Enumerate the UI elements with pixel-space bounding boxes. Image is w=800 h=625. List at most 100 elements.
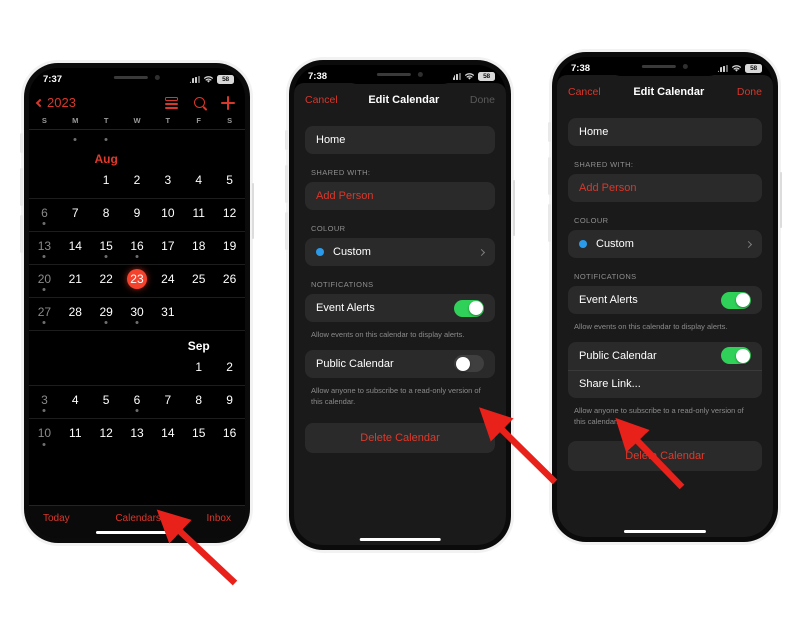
day-cell[interactable]: 30 (122, 298, 153, 330)
event-alerts-toggle[interactable] (454, 299, 484, 317)
day-cell[interactable]: 12 (91, 419, 122, 452)
day-cell[interactable]: 12 (214, 199, 245, 231)
day-cell[interactable]: 6 (122, 386, 153, 418)
day-cell[interactable] (122, 130, 153, 144)
day-cell[interactable]: 11 (60, 419, 91, 452)
volume-down-button[interactable] (20, 215, 23, 253)
delete-calendar-button[interactable]: Delete Calendar (305, 423, 495, 453)
day-cell[interactable]: 10 (29, 419, 60, 452)
day-cell[interactable]: 13 (122, 419, 153, 452)
day-cell[interactable]: 26 (214, 265, 245, 297)
day-cell[interactable]: 15 (183, 419, 214, 452)
day-cell[interactable]: 28 (60, 298, 91, 330)
cancel-button[interactable]: Cancel (305, 94, 338, 106)
public-calendar-row[interactable]: Public Calendar (568, 342, 762, 370)
day-cell[interactable]: 16 (122, 232, 153, 264)
day-cell[interactable]: 10 (152, 199, 183, 231)
public-calendar-row[interactable]: Public Calendar (305, 350, 495, 378)
day-cell[interactable]: 8 (183, 386, 214, 418)
day-cell[interactable]: 24 (152, 265, 183, 297)
day-cell[interactable]: 2 (122, 166, 153, 198)
done-button[interactable]: Done (737, 86, 762, 98)
day-cell[interactable]: 31 (152, 298, 183, 330)
search-icon[interactable] (194, 97, 205, 108)
day-cell[interactable] (91, 130, 122, 144)
home-indicator[interactable] (95, 530, 179, 534)
day-cell[interactable] (214, 298, 245, 330)
day-cell[interactable]: 19 (214, 232, 245, 264)
day-cell[interactable] (60, 353, 91, 385)
calendar-grid[interactable]: Aug 1 2 3 4 5 6 7 8 9 10 11 12 13 14 15 16 17 18 19 20 21 22 2… (29, 130, 245, 505)
home-indicator[interactable] (359, 537, 441, 541)
day-cell[interactable]: 6 (29, 199, 60, 231)
colour-row[interactable]: Custom (305, 238, 495, 266)
day-cell[interactable]: 16 (214, 419, 245, 452)
day-cell[interactable]: 21 (60, 265, 91, 297)
add-person-button[interactable]: Add Person (568, 174, 762, 202)
day-cell[interactable]: 23 (122, 265, 153, 297)
day-cell[interactable] (29, 130, 60, 144)
day-cell[interactable]: 13 (29, 232, 60, 264)
volume-up-button[interactable] (285, 165, 288, 203)
day-cell[interactable] (122, 353, 153, 385)
day-cell[interactable]: 27 (29, 298, 60, 330)
day-cell[interactable]: 22 (91, 265, 122, 297)
day-cell[interactable]: 14 (152, 419, 183, 452)
day-cell[interactable] (152, 353, 183, 385)
day-cell[interactable]: 8 (91, 199, 122, 231)
power-button[interactable] (512, 180, 515, 236)
day-cell[interactable]: 3 (152, 166, 183, 198)
day-cell[interactable] (60, 130, 91, 144)
day-cell[interactable]: 29 (91, 298, 122, 330)
day-cell[interactable] (152, 130, 183, 144)
tab-calendars[interactable]: Calendars (115, 513, 161, 524)
day-cell[interactable]: 25 (183, 265, 214, 297)
silent-switch[interactable] (285, 130, 288, 150)
day-cell[interactable]: 4 (183, 166, 214, 198)
day-cell[interactable]: 3 (29, 386, 60, 418)
delete-calendar-button[interactable]: Delete Calendar (568, 441, 762, 471)
day-cell[interactable]: 1 (183, 353, 214, 385)
day-cell[interactable]: 15 (91, 232, 122, 264)
home-indicator[interactable] (623, 529, 707, 533)
done-button[interactable]: Done (470, 94, 495, 106)
calendar-name-field[interactable]: Home (568, 118, 762, 146)
day-cell[interactable] (29, 353, 60, 385)
plus-icon[interactable] (221, 95, 235, 110)
volume-up-button[interactable] (20, 168, 23, 206)
power-button[interactable] (779, 172, 782, 228)
event-alerts-row[interactable]: Event Alerts (305, 294, 495, 322)
day-cell[interactable]: 20 (29, 265, 60, 297)
tab-today[interactable]: Today (43, 513, 70, 524)
colour-row[interactable]: Custom (568, 230, 762, 258)
day-cell[interactable] (183, 130, 214, 144)
day-cell[interactable]: 11 (183, 199, 214, 231)
day-cell[interactable]: 14 (60, 232, 91, 264)
day-cell[interactable]: 7 (152, 386, 183, 418)
day-cell[interactable]: 1 (91, 166, 122, 198)
tab-inbox[interactable]: Inbox (207, 513, 231, 524)
day-cell[interactable] (183, 298, 214, 330)
list-icon[interactable] (165, 96, 178, 109)
day-cell[interactable] (29, 166, 60, 198)
back-to-year-button[interactable]: 2023 (35, 95, 76, 110)
day-cell[interactable]: 5 (214, 166, 245, 198)
day-cell[interactable]: 5 (91, 386, 122, 418)
day-cell[interactable] (214, 130, 245, 144)
silent-switch[interactable] (548, 122, 551, 142)
silent-switch[interactable] (20, 133, 23, 153)
public-calendar-toggle[interactable] (721, 347, 751, 365)
share-link-row[interactable]: Share Link... (568, 369, 762, 398)
day-cell[interactable]: 18 (183, 232, 214, 264)
volume-down-button[interactable] (548, 204, 551, 242)
power-button[interactable] (251, 183, 254, 239)
volume-up-button[interactable] (548, 157, 551, 195)
day-cell[interactable]: 9 (122, 199, 153, 231)
calendar-name-field[interactable]: Home (305, 126, 495, 154)
day-cell[interactable] (91, 353, 122, 385)
day-cell[interactable]: 7 (60, 199, 91, 231)
day-cell[interactable] (60, 166, 91, 198)
day-cell[interactable]: 17 (152, 232, 183, 264)
day-cell[interactable]: 2 (214, 353, 245, 385)
volume-down-button[interactable] (285, 212, 288, 250)
